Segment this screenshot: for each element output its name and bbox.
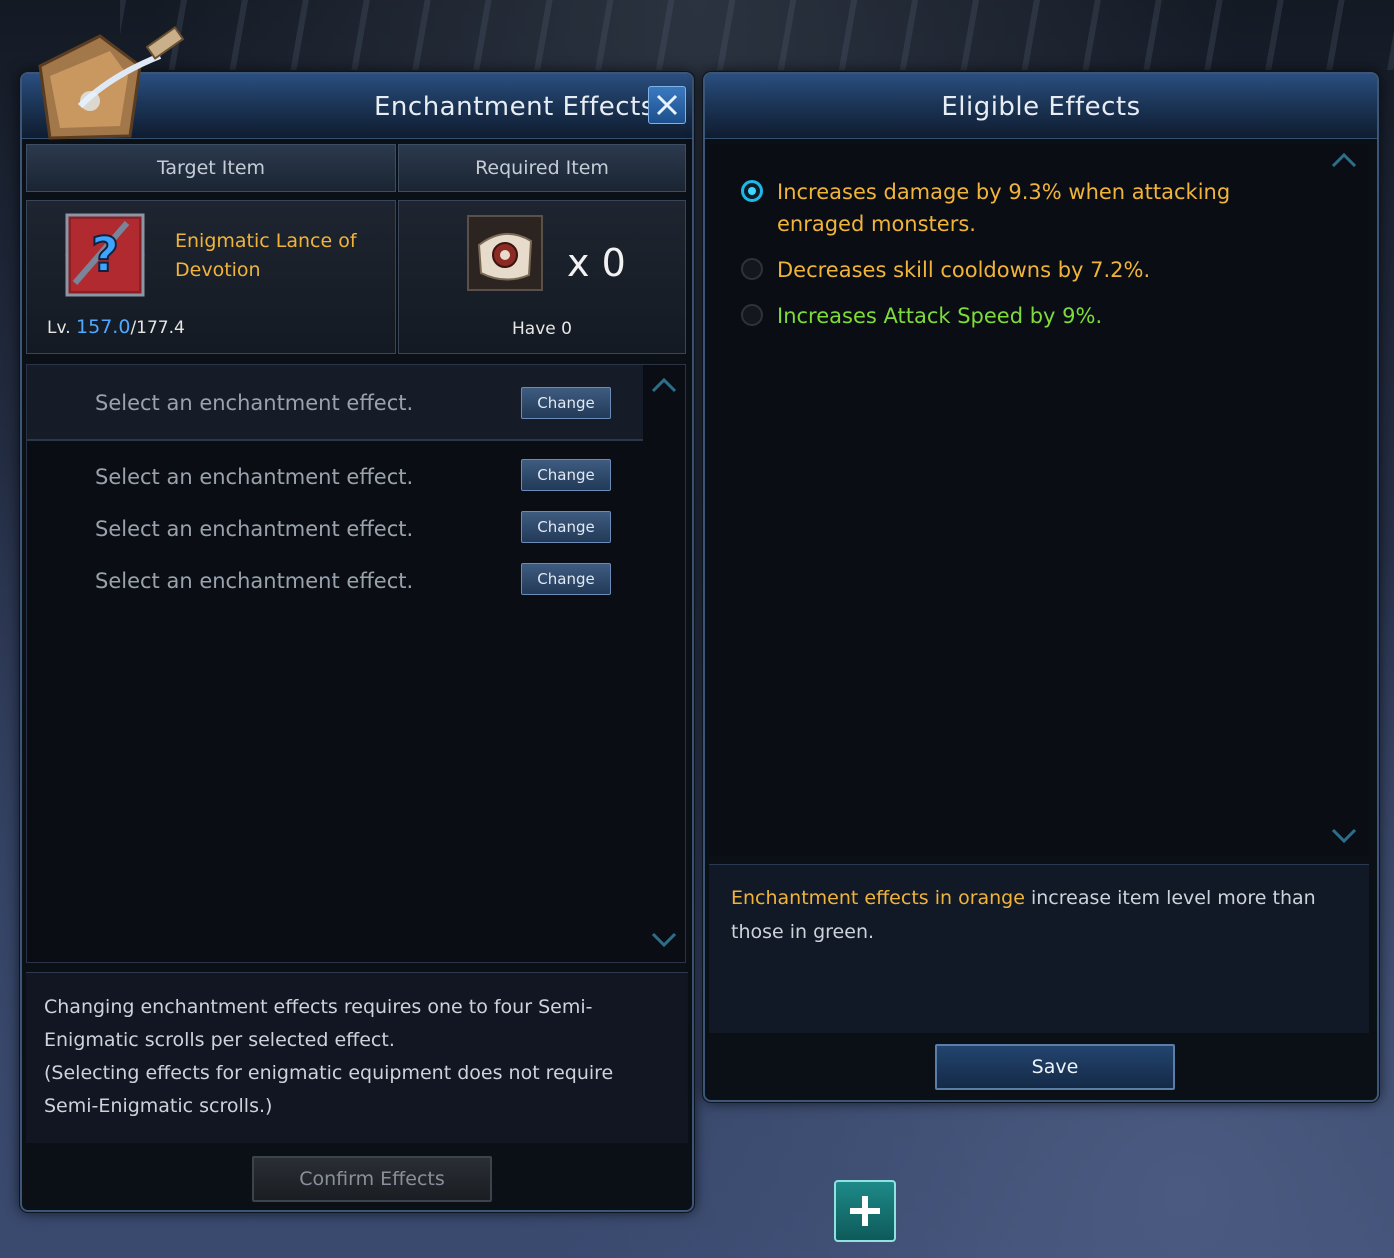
item-icon: ?: [63, 213, 145, 297]
effect-text: Decreases skill cooldowns by 7.2%.: [777, 258, 1151, 282]
save-button[interactable]: Save: [935, 1044, 1175, 1090]
chevron-up-icon: [1331, 152, 1357, 168]
chevron-up-icon: [651, 377, 677, 393]
effect-slot-text: Select an enchantment effect.: [95, 517, 414, 541]
window-title: Enchantment Effects: [374, 92, 655, 122]
effect-slot[interactable]: Select an enchantment effect. Change: [27, 553, 643, 611]
effect-slot-list[interactable]: Select an enchantment effect. Change Sel…: [26, 364, 686, 963]
effects-list[interactable]: Increases damage by 9.3% when attacking …: [709, 144, 1369, 856]
change-button[interactable]: Change: [521, 459, 611, 491]
target-item-name: Enigmatic Lance of Devotion: [175, 230, 357, 281]
chevron-down-icon: [651, 932, 677, 948]
plus-icon: [850, 1196, 880, 1226]
radio-button[interactable]: [741, 258, 763, 280]
eligible-effects-window: Eligible Effects Increases damage by 9.3…: [703, 72, 1379, 1102]
item-level: Lv. 157.0/177.4: [47, 316, 185, 338]
scroll-down-button[interactable]: [651, 932, 677, 952]
change-button[interactable]: Change: [521, 563, 611, 595]
close-icon: [656, 94, 678, 116]
radio-button[interactable]: [741, 304, 763, 326]
scrollbar[interactable]: [665, 393, 667, 933]
confirm-effects-button[interactable]: Confirm Effects: [252, 1156, 492, 1202]
required-item-slot[interactable]: x 0 Have 0: [398, 200, 686, 354]
emblem-icon: [20, 26, 190, 141]
effect-option[interactable]: Increases damage by 9.3% when attacking …: [741, 176, 1301, 242]
close-button[interactable]: [648, 86, 686, 124]
effect-text: Increases Attack Speed by 9%.: [777, 304, 1103, 328]
scroll-up-button[interactable]: [1331, 152, 1357, 172]
color-note: Enchantment effects in orange increase i…: [709, 864, 1369, 1033]
effect-slot[interactable]: Select an enchantment effect. Change: [27, 449, 643, 507]
change-button[interactable]: Change: [521, 387, 611, 419]
target-item-header: Target Item: [26, 144, 396, 192]
note-highlight: Enchantment effects in orange: [731, 887, 1025, 909]
description-line-1: Changing enchantment effects requires on…: [44, 996, 593, 1051]
change-button[interactable]: Change: [521, 511, 611, 543]
scroll-down-button[interactable]: [1331, 828, 1357, 848]
target-item-slot[interactable]: ? Enigmatic Lance of Devotion Lv. 157.0/…: [26, 200, 396, 354]
effect-text: Increases damage by 9.3% when attacking …: [777, 180, 1231, 236]
effect-slot[interactable]: Select an enchantment effect. Change: [27, 501, 643, 559]
window-title: Eligible Effects: [941, 92, 1141, 122]
effect-slot-text: Select an enchantment effect.: [95, 465, 414, 489]
scroll-up-button[interactable]: [651, 377, 677, 397]
required-item-header: Required Item: [398, 144, 686, 192]
have-count: Have 0: [512, 319, 572, 339]
background-scenery: [120, 0, 1394, 70]
required-quantity: x 0: [567, 241, 626, 285]
effect-slot[interactable]: Select an enchantment effect. Change: [27, 365, 643, 441]
radio-selected[interactable]: [741, 180, 763, 202]
chevron-down-icon: [1331, 828, 1357, 844]
level-max: /177.4: [130, 318, 185, 338]
description-panel: Changing enchantment effects requires on…: [26, 972, 688, 1143]
scroll-icon: [467, 215, 543, 291]
effect-slot-text: Select an enchantment effect.: [95, 391, 414, 415]
level-prefix: Lv.: [47, 318, 71, 338]
effect-slot-text: Select an enchantment effect.: [95, 569, 414, 593]
svg-text:?: ?: [91, 227, 119, 283]
level-current: 157.0: [76, 316, 131, 338]
description-line-2: (Selecting effects for enigmatic equipme…: [44, 1062, 614, 1117]
enchantment-effects-window: Enchantment Effects Target Item Required…: [20, 26, 694, 1212]
scrollbar[interactable]: [1345, 170, 1347, 830]
add-button[interactable]: [834, 1180, 896, 1242]
